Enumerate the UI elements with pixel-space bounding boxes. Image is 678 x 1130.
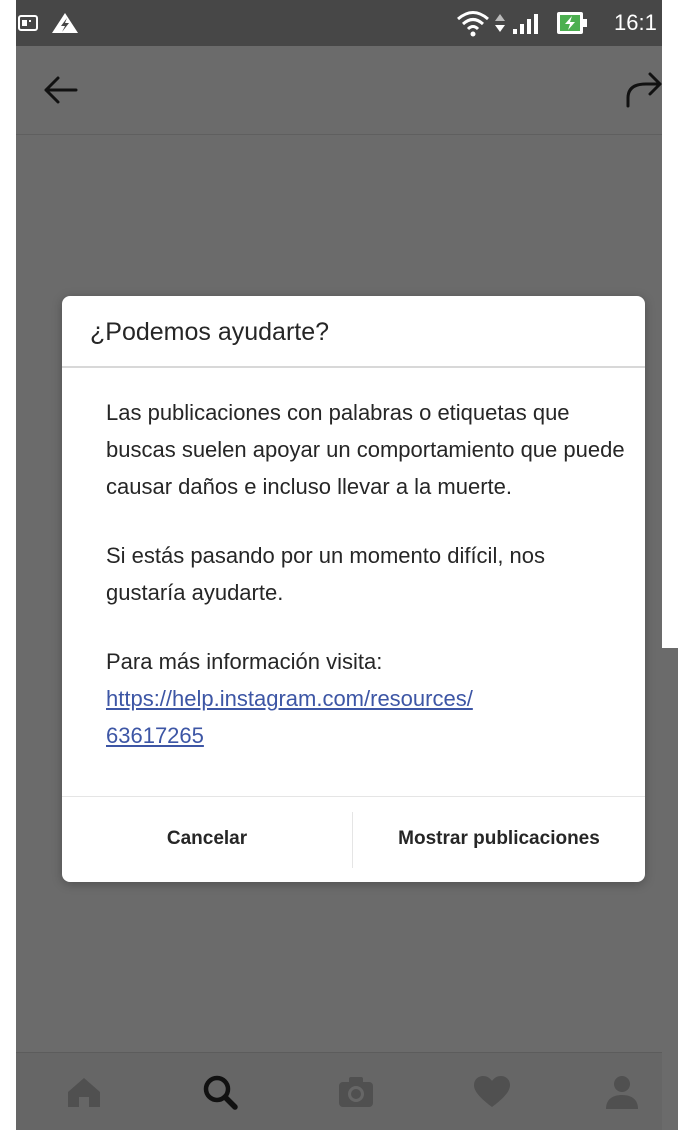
camera-icon[interactable]: [332, 1069, 380, 1115]
status-time: 16:1: [614, 10, 657, 35]
dialog-title: ¿Podemos ayudarte?: [90, 318, 330, 346]
back-arrow-icon[interactable]: [38, 68, 82, 112]
status-bar: 16:1: [16, 0, 662, 46]
help-link-line2: 63617265: [106, 723, 204, 748]
wifi-icon: [456, 0, 490, 46]
dialog-paragraph-help: Si estás pasando por un momento difícil,…: [106, 543, 546, 605]
data-arrows-icon: [494, 0, 506, 46]
heart-icon[interactable]: [468, 1069, 516, 1115]
sd-card-icon: [16, 0, 40, 46]
show-posts-button[interactable]: Mostrar publicaciones: [353, 796, 645, 882]
dialog-title-divider: [62, 366, 645, 368]
profile-icon[interactable]: [598, 1069, 646, 1115]
alert-icon: [50, 0, 80, 46]
signal-icon: [512, 0, 542, 46]
top-bar: [16, 46, 662, 135]
dialog-body: Las publicaciones con palabras o etiquet…: [106, 394, 626, 754]
help-dialog: ¿Podemos ayudarte? Las publicaciones con…: [62, 296, 645, 882]
search-icon[interactable]: [196, 1069, 244, 1115]
dialog-paragraph-warning: Las publicaciones con palabras o etiquet…: [106, 400, 625, 499]
battery-charging-icon: [556, 0, 590, 46]
screen-edge-gray: [662, 648, 678, 1130]
share-arrow-icon[interactable]: [622, 68, 662, 112]
bottom-nav: [16, 1052, 662, 1130]
screen-edge-blank: [662, 0, 678, 648]
help-link-line1: https://help.instagram.com/resources/: [106, 686, 473, 711]
cancel-button[interactable]: Cancelar: [62, 796, 352, 882]
home-icon[interactable]: [60, 1069, 108, 1115]
help-link[interactable]: https://help.instagram.com/resources/636…: [106, 686, 473, 748]
dialog-paragraph-info: Para más información visita:: [106, 649, 383, 674]
